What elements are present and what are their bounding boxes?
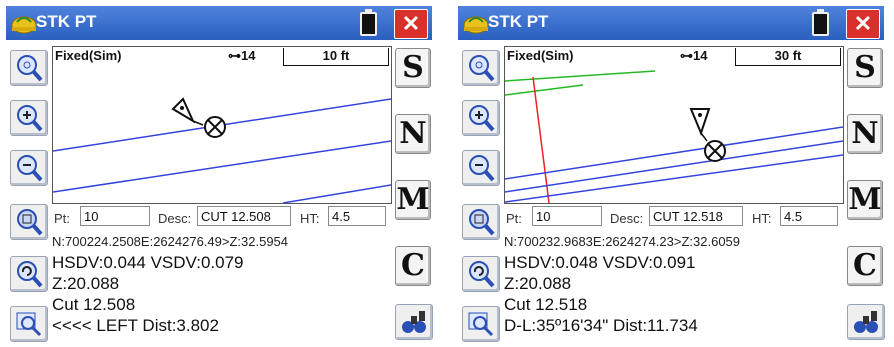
green-line — [505, 70, 656, 82]
c-button[interactable]: C — [395, 246, 431, 286]
c-button[interactable]: C — [847, 246, 883, 286]
zoom-previous-icon — [469, 261, 495, 288]
ht-label: HT: — [300, 211, 320, 226]
zoom-out-button[interactable] — [462, 150, 500, 186]
zoom-extents-button[interactable] — [462, 50, 500, 86]
zoom-window-button[interactable] — [10, 204, 48, 240]
battery-icon — [360, 9, 377, 36]
zoom-previous-icon — [17, 261, 43, 288]
n-button[interactable]: N — [847, 114, 883, 154]
s-button[interactable]: S — [395, 48, 431, 88]
current-position-icon — [689, 108, 711, 142]
binoculars-icon — [854, 311, 878, 333]
zoom-in-icon — [469, 105, 495, 132]
point-fields: Pt: 10 Desc: CUT 12.508 HT: 4.5 — [52, 206, 392, 230]
ht-input[interactable]: 4.5 — [780, 206, 838, 226]
alignment-line — [505, 140, 843, 193]
app-title: STK PT — [488, 12, 549, 31]
survey-screen-right: STK PT ✕ Fixed(Sim) ⊶14 30 ft S N M C Pt… — [458, 6, 885, 342]
elevation-readout: Z:20.088 — [52, 274, 120, 293]
map-view[interactable]: Fixed(Sim) ⊶14 30 ft — [504, 46, 844, 204]
desc-label: Desc: — [610, 211, 644, 226]
close-button[interactable]: ✕ — [846, 9, 880, 39]
n-button[interactable]: N — [395, 114, 431, 154]
point-input[interactable]: 10 — [80, 206, 150, 226]
map-options-button[interactable] — [10, 306, 48, 342]
map-options-button[interactable] — [462, 306, 500, 342]
title-bar: STK PT ✕ — [458, 6, 884, 40]
map-view[interactable]: Fixed(Sim) ⊶14 10 ft — [52, 46, 392, 204]
app-helmet-icon — [11, 16, 37, 34]
zoom-out-icon — [469, 155, 495, 182]
ht-input[interactable]: 4.5 — [328, 206, 386, 226]
map-canvas — [505, 70, 843, 203]
map-canvas — [53, 97, 391, 203]
binoculars-button[interactable] — [395, 304, 433, 340]
cut-readout: Cut 12.518 — [504, 295, 588, 314]
point-label: Pt: — [506, 211, 522, 226]
sdv-readout: HSDV:0.048 VSDV:0.091 — [504, 253, 696, 272]
coordinates-readout: N:700224.2508E:2624276.49>Z:32.5954 — [52, 234, 289, 249]
alignment-line — [505, 126, 843, 180]
ht-label: HT: — [752, 211, 772, 226]
navigation-readout: D-L:35º16'34" Dist:11.734 — [504, 316, 698, 335]
desc-input[interactable]: CUT 12.508 — [197, 206, 291, 226]
green-line — [505, 84, 584, 96]
zoom-in-button[interactable] — [10, 100, 48, 136]
current-position-icon — [171, 97, 204, 126]
elevation-readout: Z:20.088 — [504, 274, 572, 293]
cut-readout: Cut 12.508 — [52, 295, 136, 314]
sdv-readout: HSDV:0.044 VSDV:0.079 — [52, 253, 244, 272]
zoom-in-icon — [17, 105, 43, 132]
s-button[interactable]: S — [847, 48, 883, 88]
alignment-line — [53, 140, 391, 193]
point-fields: Pt: 10 Desc: CUT 12.518 HT: 4.5 — [504, 206, 844, 230]
navigation-readout: <<<< LEFT Dist:3.802 — [52, 316, 219, 335]
m-button[interactable]: M — [847, 180, 883, 220]
red-line — [532, 76, 550, 203]
battery-icon — [812, 9, 829, 36]
app-helmet-icon — [463, 16, 489, 34]
zoom-window-button[interactable] — [462, 204, 500, 240]
zoom-extents-button[interactable] — [10, 50, 48, 86]
app-title: STK PT — [36, 12, 97, 31]
alignment-line — [282, 184, 391, 203]
zoom-in-button[interactable] — [462, 100, 500, 136]
alignment-line — [505, 154, 843, 203]
zoom-extents-icon — [17, 55, 43, 82]
map-zoom-icon — [16, 312, 42, 337]
zoom-window-icon — [17, 209, 43, 236]
m-button[interactable]: M — [395, 180, 431, 220]
desc-label: Desc: — [158, 211, 192, 226]
close-button[interactable]: ✕ — [394, 9, 428, 39]
map-zoom-icon — [468, 312, 494, 337]
desc-input[interactable]: CUT 12.518 — [649, 206, 743, 226]
zoom-out-icon — [17, 155, 43, 182]
survey-screen-left: STK PT ✕ Fixed(Sim) ⊶14 10 ft S N M C Pt… — [6, 6, 433, 342]
coordinates-readout: N:700232.9683E:2624274.23>Z:32.6059 — [504, 234, 741, 249]
target-point-icon — [704, 140, 726, 162]
zoom-extents-icon — [469, 55, 495, 82]
point-input[interactable]: 10 — [532, 206, 602, 226]
zoom-previous-button[interactable] — [462, 256, 500, 292]
zoom-previous-button[interactable] — [10, 256, 48, 292]
binoculars-button[interactable] — [847, 304, 885, 340]
point-label: Pt: — [54, 211, 70, 226]
zoom-window-icon — [469, 209, 495, 236]
target-point-icon — [204, 116, 226, 138]
zoom-out-button[interactable] — [10, 150, 48, 186]
title-bar: STK PT ✕ — [6, 6, 432, 40]
binoculars-icon — [402, 311, 426, 333]
